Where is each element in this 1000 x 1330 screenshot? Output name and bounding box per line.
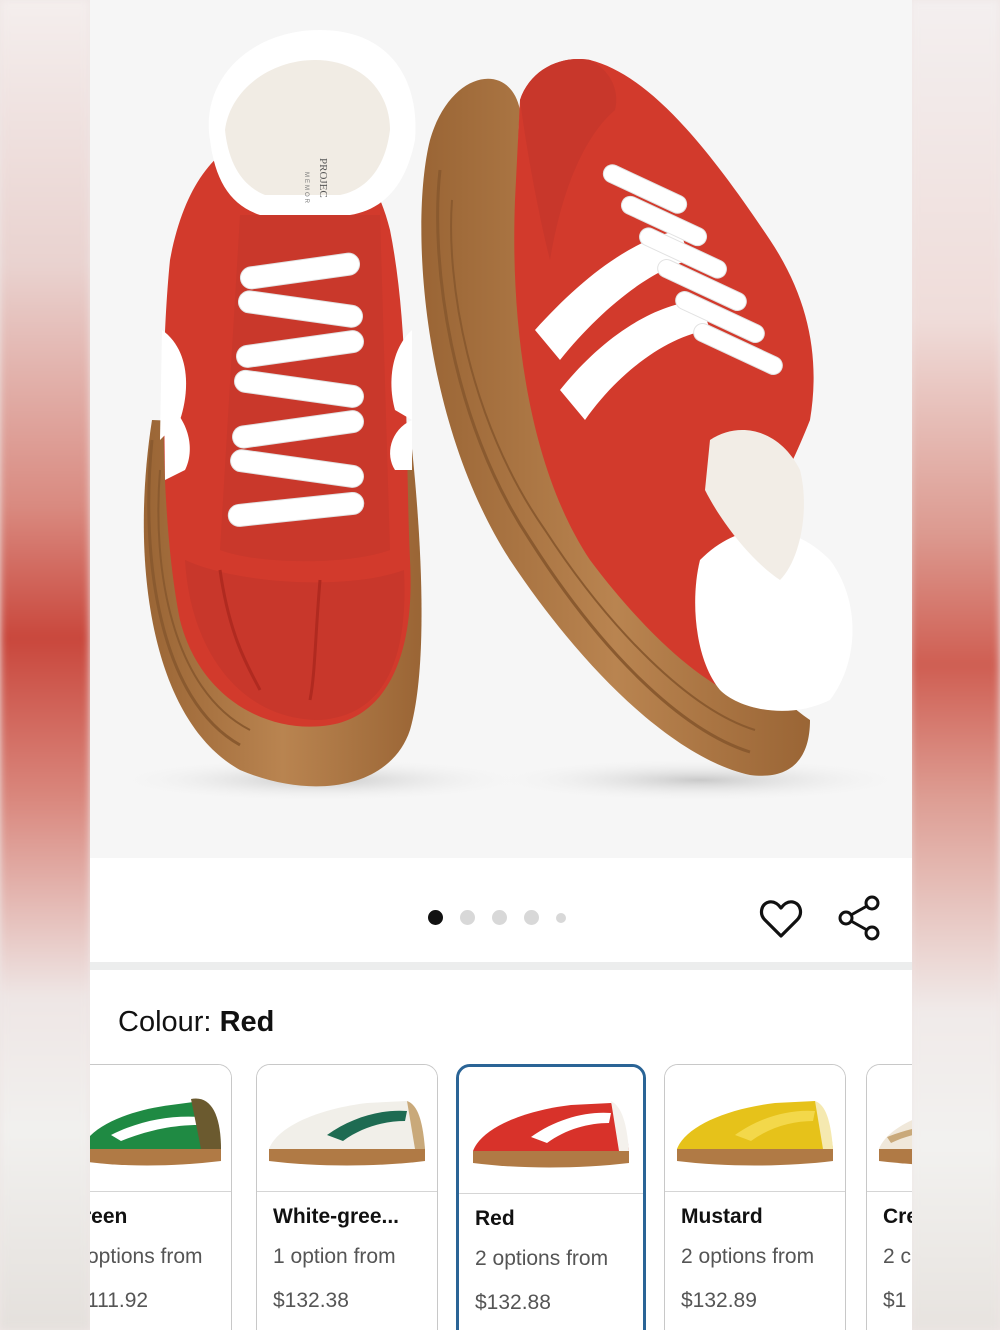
pagination-dot-4[interactable] xyxy=(524,910,539,925)
swatch-card-mustard[interactable]: Mustard 2 options from $132.89 xyxy=(664,1064,846,1330)
swatch-thumbnail xyxy=(459,1067,643,1194)
swatch-name: Red xyxy=(475,1207,515,1230)
pagination-dot-2[interactable] xyxy=(460,910,475,925)
colour-selector: Colour: Red reen options from 111.92 xyxy=(90,970,912,1330)
swatch-options: options from xyxy=(90,1245,203,1268)
share-icon xyxy=(838,895,880,941)
swatch-card-red[interactable]: Red 2 options from $132.88 xyxy=(456,1064,646,1330)
swatch-card-white-green[interactable]: White-gree... 1 option from $132.38 xyxy=(256,1064,438,1330)
swatch-options: 2 options from xyxy=(475,1247,609,1270)
colour-label-prefix: Colour: xyxy=(118,1006,212,1038)
swatch-card-cream[interactable]: Cre 2 c $1 xyxy=(866,1064,912,1330)
shoe-thumbnail-icon xyxy=(473,1101,629,1168)
shoe-thumbnail-icon xyxy=(677,1101,833,1166)
gallery-controls xyxy=(90,858,912,962)
right-shoe xyxy=(421,59,853,776)
swatch-thumbnail xyxy=(665,1065,845,1192)
section-divider xyxy=(90,962,912,970)
swatch-name: Cre xyxy=(883,1205,912,1228)
pagination-dot-1[interactable] xyxy=(428,910,443,925)
swatch-price: $132.38 xyxy=(273,1289,349,1312)
insole-sub-text: MEMOR xyxy=(303,172,309,205)
shoe-thumbnail-icon xyxy=(90,1098,221,1166)
product-screen: PROJEC MEMOR Colour: Red een options fro… xyxy=(90,0,912,1330)
shoe-thumbnail-icon xyxy=(879,1120,912,1165)
colour-selected-value: Red xyxy=(219,1006,275,1038)
swatch-options: 2 options from xyxy=(681,1245,815,1268)
swatch-options: 1 option from xyxy=(273,1245,396,1268)
colour-swatch-list[interactable]: reen options from 111.92 White-gree... 1… xyxy=(90,1064,912,1330)
pagination-dot-3[interactable] xyxy=(492,910,507,925)
left-shoe: PROJEC MEMOR xyxy=(143,30,422,787)
swatch-thumbnail xyxy=(90,1065,231,1192)
shoe-thumbnail-icon xyxy=(269,1101,425,1166)
product-image-gallery[interactable]: PROJEC MEMOR xyxy=(90,0,912,858)
swatch-name: Mustard xyxy=(681,1205,763,1228)
swatch-price: $132.89 xyxy=(681,1289,757,1312)
swatch-price: $1 xyxy=(883,1289,907,1312)
insole-brand-text: PROJEC xyxy=(317,158,329,198)
wishlist-button[interactable] xyxy=(758,896,804,942)
swatch-price: $132.88 xyxy=(475,1291,551,1314)
swatch-thumbnail xyxy=(257,1065,437,1192)
pagination-dot-5[interactable] xyxy=(556,912,566,923)
product-image: PROJEC MEMOR xyxy=(110,30,910,802)
swatch-name: reen xyxy=(90,1205,128,1228)
image-pagination-dots[interactable] xyxy=(428,910,583,925)
colour-label: Colour: Red xyxy=(118,1006,274,1039)
share-button[interactable] xyxy=(836,894,884,942)
heart-icon xyxy=(759,900,803,938)
backdrop-right xyxy=(910,0,1000,1330)
swatch-card-green[interactable]: reen options from 111.92 xyxy=(90,1064,232,1330)
backdrop-left xyxy=(0,0,90,1330)
swatch-price: 111.92 xyxy=(90,1289,149,1312)
swatch-name: White-gree... xyxy=(273,1205,400,1228)
swatch-options: 2 c xyxy=(883,1245,912,1268)
swatch-thumbnail xyxy=(867,1065,912,1192)
